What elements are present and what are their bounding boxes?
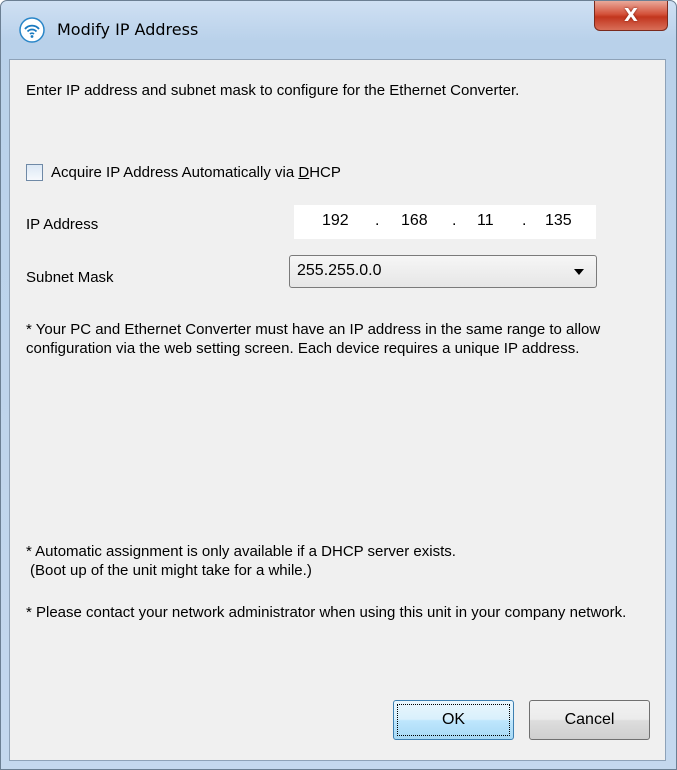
chevron-down-icon[interactable] bbox=[574, 269, 584, 275]
note-dhcp-line1: * Automatic assignment is only available… bbox=[26, 543, 456, 560]
ip-octet-2[interactable]: 168 bbox=[401, 212, 428, 230]
ip-dot-3: . bbox=[522, 212, 527, 229]
note-dhcp-line2: (Boot up of the unit might take for a wh… bbox=[30, 562, 312, 579]
note-admin: * Please contact your network administra… bbox=[26, 604, 627, 621]
subnet-mask-value: 255.255.0.0 bbox=[297, 262, 382, 279]
cancel-button-label: Cancel bbox=[564, 711, 615, 728]
ip-octet-1[interactable]: 192 bbox=[322, 212, 349, 230]
subnet-mask-select[interactable]: 255.255.0.0 bbox=[289, 255, 597, 288]
window-title: Modify IP Address bbox=[57, 20, 199, 39]
dialog-body: Enter IP address and subnet mask to conf… bbox=[9, 59, 666, 761]
ip-octet-3[interactable]: 11 bbox=[477, 212, 494, 230]
dialog-window: Modify IP Address X Enter IP address and… bbox=[0, 0, 677, 770]
wireless-network-icon bbox=[19, 17, 45, 43]
close-button[interactable]: X bbox=[594, 1, 668, 31]
ip-octet-4[interactable]: 135 bbox=[545, 212, 572, 230]
cancel-button[interactable]: Cancel bbox=[529, 700, 650, 740]
intro-text: Enter IP address and subnet mask to conf… bbox=[26, 82, 520, 99]
dhcp-option[interactable]: Acquire IP Address Automatically via DHC… bbox=[26, 164, 341, 181]
dhcp-checkbox[interactable] bbox=[26, 164, 43, 181]
ip-dot-1: . bbox=[375, 212, 380, 229]
dhcp-checkbox-label[interactable]: Acquire IP Address Automatically via DHC… bbox=[51, 164, 341, 181]
note-ip-range: * Your PC and Ethernet Converter must ha… bbox=[26, 321, 601, 357]
focus-rect bbox=[397, 704, 510, 736]
subnet-mask-label: Subnet Mask bbox=[26, 269, 114, 286]
ok-button[interactable]: OK bbox=[393, 700, 514, 740]
ip-address-label: IP Address bbox=[26, 216, 99, 233]
ip-address-field[interactable]: 192 . 168 . 11 . 135 bbox=[293, 204, 597, 240]
note-dhcp: * Automatic assignment is only available… bbox=[26, 542, 651, 580]
title-bar[interactable]: Modify IP Address X bbox=[1, 1, 676, 59]
ip-dot-2: . bbox=[452, 212, 457, 229]
